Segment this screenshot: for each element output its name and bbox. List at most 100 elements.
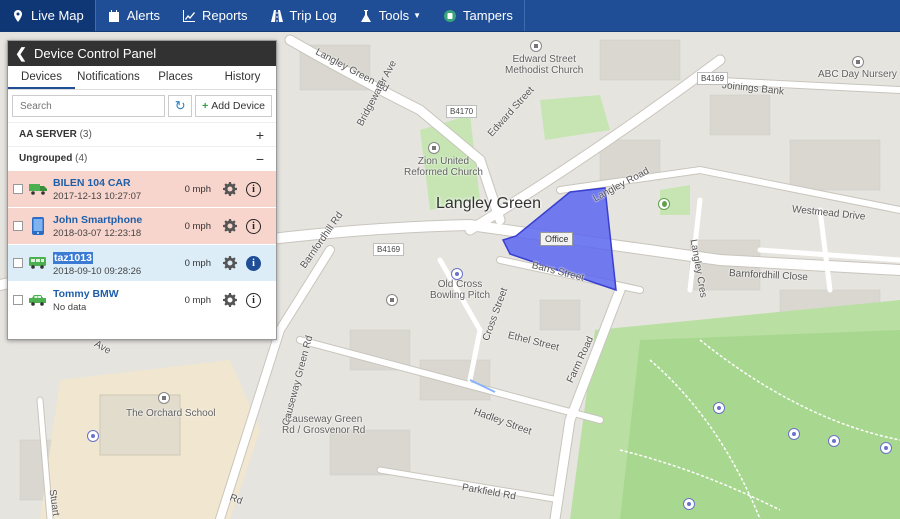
tab-places[interactable]: Places: [142, 66, 209, 89]
nav-tools-label: Tools: [378, 8, 410, 23]
chevron-left-icon[interactable]: ❮: [8, 45, 34, 62]
device-name[interactable]: taz1013: [53, 251, 93, 264]
sports-icon[interactable]: [713, 402, 725, 414]
device-row[interactable]: Tommy BMW No data 0 mph i: [8, 281, 276, 318]
poi-label-church: Edward Street Methodist Church: [505, 54, 584, 76]
park-icon[interactable]: [658, 198, 670, 210]
group-row-aa-server[interactable]: AA SERVER (3) +: [8, 122, 276, 146]
device-timestamp: 2018-09-10 09:28:26: [53, 265, 142, 277]
gear-icon[interactable]: [223, 256, 237, 270]
nav-tampers[interactable]: Tampers: [432, 0, 524, 31]
add-device-button[interactable]: + Add Device: [195, 95, 272, 117]
info-icon[interactable]: i: [246, 255, 261, 271]
device-checkbox[interactable]: [13, 184, 23, 194]
nav-live-map[interactable]: Live Map: [0, 0, 95, 31]
flask-icon: [360, 9, 371, 22]
church-icon[interactable]: [428, 142, 440, 154]
device-speed: 0 mph: [184, 294, 211, 306]
device-info: John Smartphone 2018-03-07 12:23:18: [53, 214, 173, 239]
top-navigation: Live Map Alerts Reports Trip Log Tools ▼…: [0, 0, 900, 32]
sports-icon[interactable]: [87, 430, 99, 442]
chevron-down-icon: ▼: [413, 11, 422, 20]
info-icon[interactable]: i: [246, 292, 261, 308]
device-row[interactable]: John Smartphone 2018-03-07 12:23:18 0 mp…: [8, 207, 276, 244]
poi-label-bowling: Old Cross Bowling Pitch: [430, 279, 491, 301]
device-checkbox[interactable]: [13, 258, 23, 268]
panel-header: ❮ Device Control Panel: [8, 41, 276, 66]
geofence-label: Office: [540, 232, 574, 246]
gear-icon[interactable]: [223, 182, 237, 196]
group-row-ungrouped[interactable]: Ungrouped (4) −: [8, 146, 276, 170]
nav-alerts-label: Alerts: [126, 8, 160, 23]
device-control-panel: ❮ Device Control Panel Devices Notificat…: [7, 40, 277, 340]
sports-icon[interactable]: [828, 435, 840, 447]
sports-icon[interactable]: [788, 428, 800, 440]
nav-tampers-label: Tampers: [463, 8, 513, 23]
building-icon[interactable]: [386, 294, 398, 306]
nav-divider: [523, 0, 525, 31]
poi-label-school: The Orchard School: [126, 408, 216, 419]
device-info: BILEN 104 CAR 2017-12-13 10:27:07: [53, 177, 173, 202]
truck-icon: [29, 180, 47, 198]
info-icon[interactable]: i: [246, 218, 261, 234]
nav-live-map-label: Live Map: [31, 8, 84, 23]
device-name[interactable]: Tommy BMW: [53, 288, 173, 300]
device-checkbox[interactable]: [13, 221, 23, 231]
refresh-icon: ↻: [174, 98, 186, 113]
group-name: Ungrouped: [19, 153, 73, 164]
tab-devices[interactable]: Devices: [8, 66, 75, 89]
chart-icon: [182, 9, 195, 22]
nursery-icon[interactable]: [852, 56, 864, 68]
device-name-wrapper: taz1013: [53, 250, 173, 264]
plus-icon: +: [202, 100, 209, 112]
road-icon: [270, 9, 283, 22]
device-name[interactable]: John Smartphone: [53, 214, 173, 226]
device-checkbox[interactable]: [13, 295, 23, 305]
sports-icon[interactable]: [451, 268, 463, 280]
school-icon[interactable]: [158, 392, 170, 404]
sports-icon[interactable]: [683, 498, 695, 510]
device-timestamp: 2018-03-07 12:23:18: [53, 227, 142, 239]
group-label: AA SERVER (3): [19, 129, 92, 140]
device-row[interactable]: BILEN 104 CAR 2017-12-13 10:27:07 0 mph …: [8, 170, 276, 207]
device-timestamp: No data: [53, 301, 87, 313]
nav-trip-log[interactable]: Trip Log: [259, 0, 348, 31]
tab-notifications[interactable]: Notifications: [75, 66, 142, 89]
add-device-label: Add Device: [211, 100, 265, 112]
church-icon[interactable]: [530, 40, 542, 52]
car-icon: [29, 291, 47, 309]
poi-label-bus-stop: Causeway Green Rd / Grosvenor Rd: [282, 414, 366, 436]
device-toolbar: ↻ + Add Device: [8, 90, 276, 122]
refresh-button[interactable]: ↻: [168, 95, 193, 117]
device-speed: 0 mph: [184, 183, 211, 195]
calendar-icon: [108, 9, 119, 22]
info-icon[interactable]: i: [246, 181, 261, 197]
gear-icon[interactable]: [223, 219, 237, 233]
group-name: AA SERVER: [19, 129, 77, 140]
group-label: Ungrouped (4): [19, 153, 87, 164]
expand-icon[interactable]: +: [256, 127, 264, 143]
nav-reports-label: Reports: [201, 8, 248, 23]
device-speed: 0 mph: [184, 220, 211, 232]
tab-history[interactable]: History: [209, 66, 276, 89]
gear-icon[interactable]: [223, 293, 237, 307]
bus-icon: [29, 254, 47, 272]
map-pin-icon: [14, 9, 22, 22]
sports-icon[interactable]: [880, 442, 892, 454]
nav-trip-log-label: Trip Log: [289, 8, 337, 23]
nav-alerts[interactable]: Alerts: [96, 0, 171, 31]
nav-tools[interactable]: Tools ▼: [348, 0, 432, 31]
area-label-langley-green: Langley Green: [436, 195, 541, 212]
collapse-icon[interactable]: −: [256, 151, 264, 167]
device-name[interactable]: BILEN 104 CAR: [53, 177, 173, 189]
smartphone-icon: [29, 217, 47, 235]
group-count: (4): [75, 153, 88, 164]
nav-reports[interactable]: Reports: [171, 0, 259, 31]
tamper-icon: [444, 9, 457, 22]
search-input[interactable]: [12, 95, 166, 117]
device-row[interactable]: taz1013 2018-09-10 09:28:26 0 mph i: [8, 244, 276, 281]
road-shield-b4170: B4170: [446, 105, 478, 118]
device-info: taz1013 2018-09-10 09:28:26: [53, 250, 173, 277]
device-timestamp: 2017-12-13 10:27:07: [53, 190, 142, 202]
poi-label-nursery: ABC Day Nursery: [818, 69, 897, 80]
